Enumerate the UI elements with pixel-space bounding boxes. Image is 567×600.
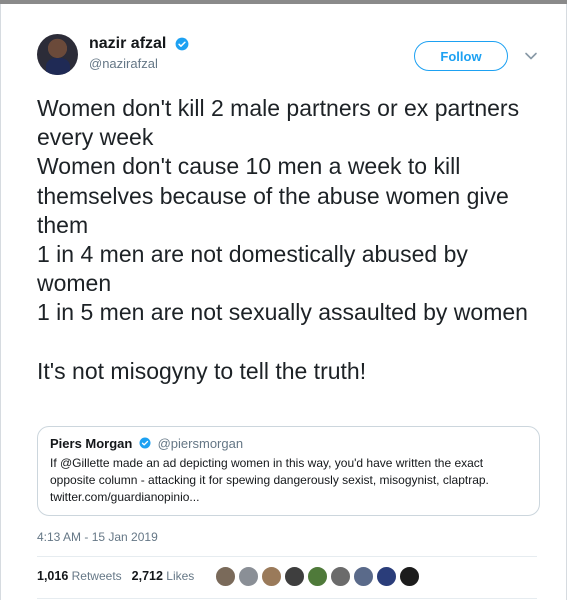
tweet-header: nazir afzal @nazirafzal Follow [37,34,546,84]
retweets-count: 1,016 [37,569,69,583]
liker-avatar[interactable] [399,566,420,587]
quoted-display-name: Piers Morgan [50,436,133,451]
tweet-timestamp[interactable]: 4:13 AM - 15 Jan 2019 [37,530,158,544]
verified-badge-icon [175,37,189,51]
handle[interactable]: @nazirafzal [89,56,189,71]
tweet-card: nazir afzal @nazirafzal Follow Women don… [0,4,567,600]
chevron-down-icon[interactable] [524,49,538,63]
likes-label: Likes [166,569,195,583]
likers-avatars [215,566,422,588]
quoted-tweet-header: Piers Morgan @piersmorgan [50,436,527,451]
tweet-text: Women don't kill 2 male partners or ex p… [37,95,528,384]
divider [37,598,537,599]
liker-avatar[interactable] [353,566,374,587]
verified-badge-icon [139,437,151,449]
likes-stat[interactable]: 2,712 Likes [132,569,195,583]
follow-button[interactable]: Follow [414,41,508,71]
liker-avatar[interactable] [238,566,259,587]
retweets-label: Retweets [71,569,122,583]
engagement-stats: 1,016 Retweets 2,712 Likes [37,569,194,583]
avatar[interactable] [37,34,78,75]
display-name[interactable]: nazir afzal [89,35,166,53]
liker-avatar[interactable] [376,566,397,587]
likes-count: 2,712 [131,569,163,583]
quoted-tweet[interactable]: Piers Morgan @piersmorgan If @Gillette m… [37,426,540,516]
author-block[interactable]: nazir afzal @nazirafzal [89,35,189,71]
liker-avatar[interactable] [261,566,282,587]
retweets-stat[interactable]: 1,016 Retweets [37,569,122,583]
divider [37,556,537,557]
liker-avatar[interactable] [215,566,236,587]
liker-avatar[interactable] [330,566,351,587]
quoted-handle: @piersmorgan [157,436,244,451]
quoted-tweet-text: If @Gillette made an ad depicting women … [50,456,489,504]
liker-avatar[interactable] [307,566,328,587]
liker-avatar[interactable] [284,566,305,587]
